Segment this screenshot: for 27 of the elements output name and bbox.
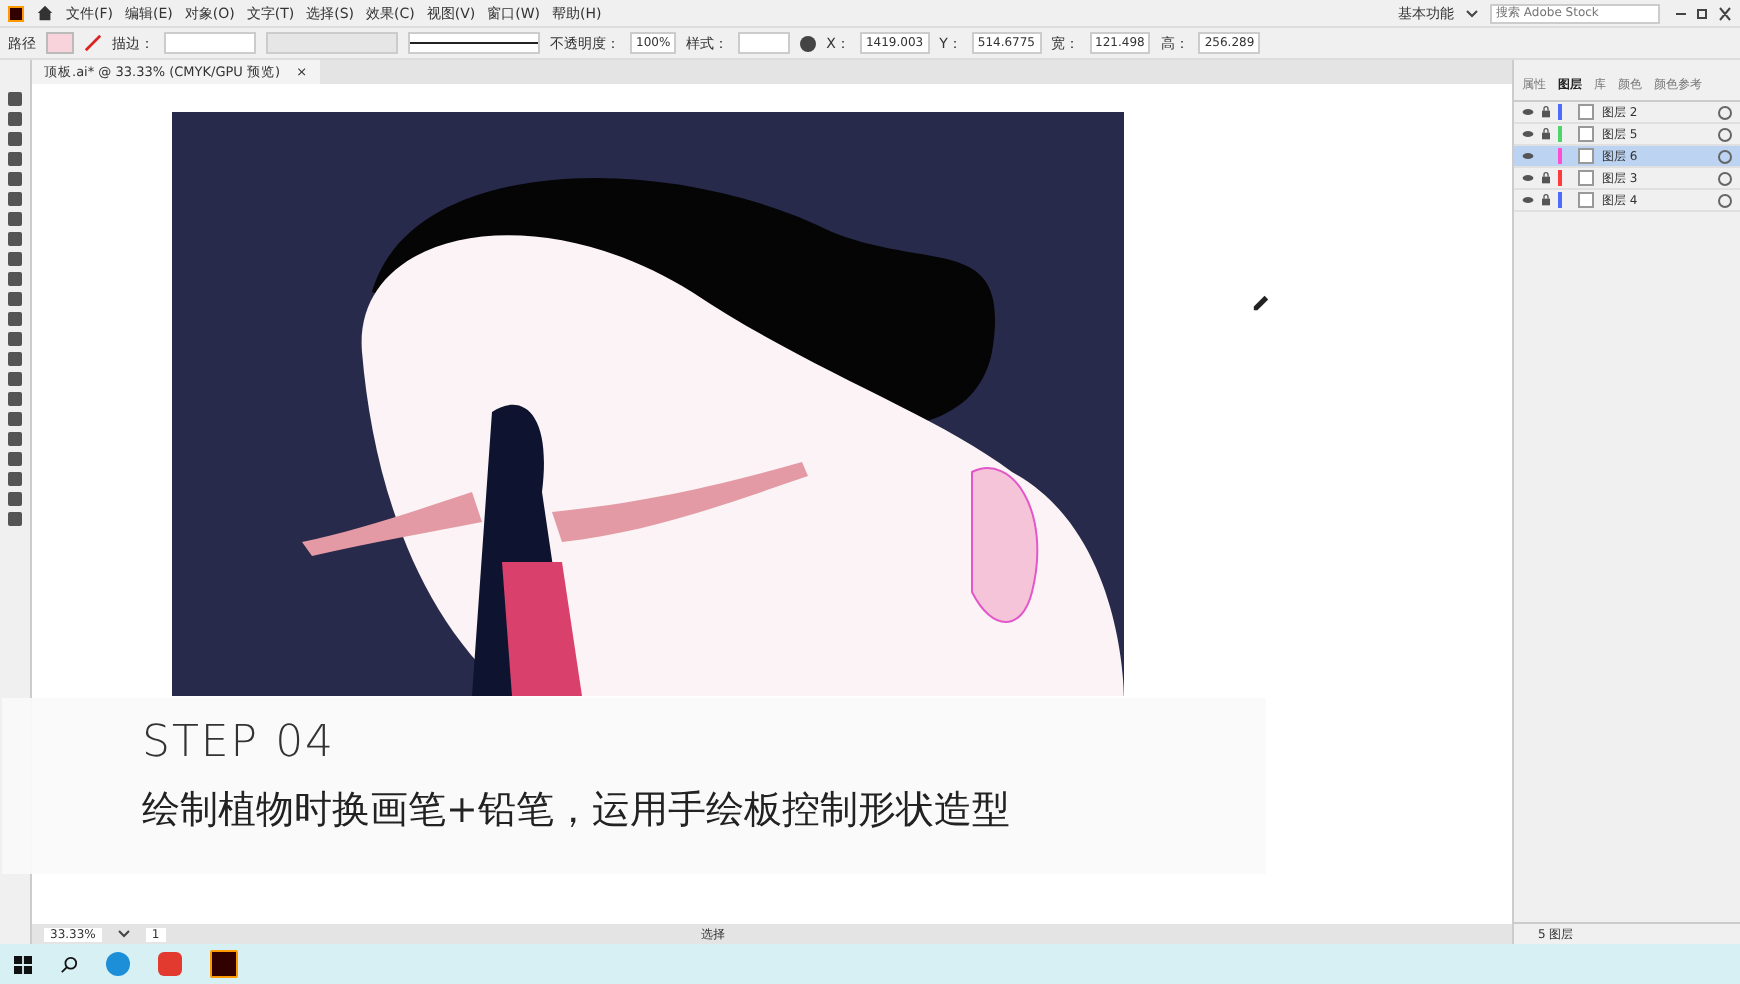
stroke-swatch-icon[interactable] <box>84 34 102 52</box>
app-icon[interactable] <box>158 952 182 976</box>
eye-icon[interactable] <box>1522 130 1534 138</box>
stroke-weight-field[interactable] <box>164 32 256 54</box>
step-title: STEP 04 <box>142 718 338 768</box>
windows-start-icon[interactable] <box>14 955 32 973</box>
browser-icon[interactable] <box>106 952 130 976</box>
illustrator-app-icon[interactable] <box>210 950 238 978</box>
lock-icon[interactable] <box>1542 106 1550 118</box>
caret-icon[interactable] <box>117 930 130 938</box>
lock-icon[interactable] <box>1542 172 1550 184</box>
lock-icon[interactable] <box>1542 194 1550 206</box>
style-dropdown[interactable] <box>738 32 791 54</box>
app-logo-icon <box>8 5 24 21</box>
brush-dropdown[interactable] <box>408 32 540 54</box>
eye-icon[interactable] <box>1522 174 1534 182</box>
caption-text: 绘制植物时换画笔+铅笔，运用手绘板控制形状造型 <box>142 786 1012 836</box>
caret-icon[interactable] <box>1466 9 1478 17</box>
lock-icon[interactable] <box>1542 128 1550 140</box>
fill-swatch[interactable] <box>46 32 74 54</box>
pencil-cursor-icon <box>1252 294 1270 312</box>
eye-icon[interactable] <box>1522 108 1534 116</box>
eye-icon[interactable] <box>1522 196 1534 204</box>
window-controls-icon[interactable] <box>1672 5 1732 21</box>
eye-icon[interactable] <box>1522 152 1534 160</box>
search-icon[interactable] <box>60 955 78 973</box>
home-icon[interactable] <box>36 4 54 22</box>
